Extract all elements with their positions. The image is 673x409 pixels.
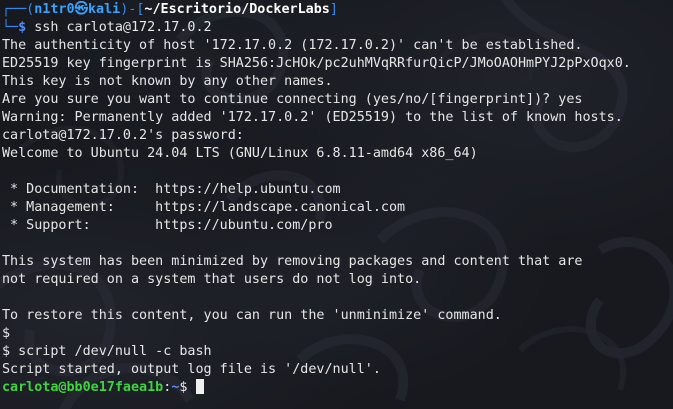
output-line: $ script /dev/null -c bash [2,344,212,359]
output-line: This system has been minimized by removi… [2,254,583,269]
terminal-window[interactable]: ┌──(n1tr0㉿kali)-[~/Escritorio/DockerLabs… [0,0,673,409]
output-line: This key is not known by any other names… [2,74,333,89]
prompt-at-symbol: ㉿ [74,2,88,17]
ssh-command: ssh carlota@172.17.0.2 [34,20,212,35]
output-line: Welcome to Ubuntu 24.04 LTS (GNU/Linux 6… [2,146,478,161]
output-line: Script started, output log file is '/dev… [2,362,381,377]
terminal-output: ┌──(n1tr0㉿kali)-[~/Escritorio/DockerLabs… [2,1,673,397]
output-line: Are you sure you want to continue connec… [2,92,583,107]
output-line: ED25519 key fingerprint is SHA256:JcHOk/… [2,56,631,71]
output-line: * Management: https://landscape.canonica… [2,200,406,215]
prompt-line-2: └─$ ssh carlota@172.17.0.2 [2,19,673,37]
prompt-frame-close: )-[ [120,2,145,17]
prompt-frame: ┌──( [2,2,35,17]
prompt-dollar: $ [18,20,27,35]
output-line: $ [2,326,11,341]
final-prompt-user-host: carlota@bb0e17faea1b [2,380,164,395]
output-line: * Support: https://ubuntu.com/pro [2,218,333,233]
output-line: * Documentation: https://help.ubuntu.com [2,182,341,197]
output-line: To restore this content, you can run the… [2,308,502,323]
prompt-path: ~/Escritorio/DockerLabs [144,2,330,17]
prompt-host: kali [87,2,121,17]
output-line: not required on a system that users do n… [2,272,422,287]
text-cursor[interactable] [195,379,204,394]
prompt-line-1: ┌──(n1tr0㉿kali)-[~/Escritorio/DockerLabs… [2,1,673,19]
output-line: Warning: Permanently added '172.17.0.2' … [2,110,623,125]
final-prompt-line[interactable]: carlota@bb0e17faea1b:~$ [2,379,673,397]
final-prompt-dollar: $ [179,380,196,395]
prompt-user: n1tr0 [34,2,75,17]
output-line: carlota@172.17.0.2's password: [2,128,244,143]
prompt-path-close: ] [329,2,338,17]
prompt-frame-bottom: └─ [2,20,19,35]
output-line: The authenticity of host '172.17.0.2 (17… [2,38,583,53]
